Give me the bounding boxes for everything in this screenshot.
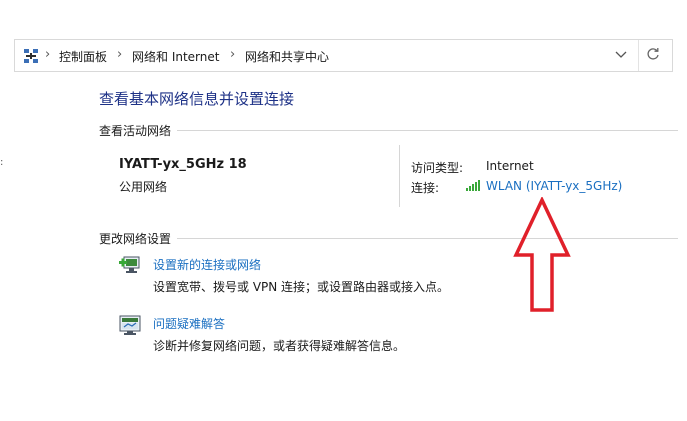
refresh-icon[interactable] bbox=[645, 46, 661, 62]
group-divider bbox=[177, 130, 678, 131]
setup-new-connection-link[interactable]: 设置新的连接或网络 bbox=[153, 256, 261, 273]
network-name: IYATT-yx_5GHz 18 bbox=[119, 157, 247, 172]
group-divider bbox=[177, 238, 678, 239]
change-settings-header: 更改网络设置 bbox=[99, 232, 172, 246]
setup-new-connection-description: 设置宽带、拨号或 VPN 连接；或设置路由器或接入点。 bbox=[153, 280, 450, 294]
breadcrumb-separator: › bbox=[230, 47, 236, 62]
address-bar[interactable]: › 控制面板 › 网络和 Internet › 网络和共享中心 bbox=[14, 39, 673, 72]
troubleshoot-link[interactable]: 问题疑难解答 bbox=[153, 315, 225, 332]
chevron-down-icon[interactable] bbox=[613, 46, 629, 62]
breadcrumb-separator: › bbox=[45, 47, 51, 62]
breadcrumb-control-panel[interactable]: 控制面板 bbox=[59, 48, 107, 65]
network-icon bbox=[24, 49, 38, 63]
breadcrumb-separator: › bbox=[117, 47, 123, 62]
divider bbox=[638, 40, 639, 71]
troubleshoot-description: 诊断并修复网络问题，或者获得疑难解答信息。 bbox=[153, 339, 406, 353]
collapsed-pane-indicator: : bbox=[0, 157, 4, 168]
troubleshoot-icon bbox=[119, 315, 141, 335]
connections-label: 连接: bbox=[411, 181, 440, 195]
breadcrumb-network-sharing-center[interactable]: 网络和共享中心 bbox=[245, 48, 329, 65]
access-type-value: Internet bbox=[486, 159, 534, 173]
breadcrumb-network-internet[interactable]: 网络和 Internet bbox=[132, 48, 219, 65]
wlan-connection-link[interactable]: WLAN (IYATT-yx_5GHz) bbox=[486, 179, 622, 193]
page-title: 查看基本网络信息并设置连接 bbox=[99, 90, 295, 108]
red-up-arrow-icon bbox=[513, 197, 571, 312]
vertical-divider bbox=[399, 145, 400, 207]
access-type-label: 访问类型: bbox=[411, 161, 464, 175]
network-category[interactable]: 公用网络 bbox=[119, 178, 167, 195]
new-connection-icon bbox=[119, 256, 140, 273]
wifi-signal-icon bbox=[466, 180, 480, 191]
active-networks-header: 查看活动网络 bbox=[99, 124, 172, 138]
